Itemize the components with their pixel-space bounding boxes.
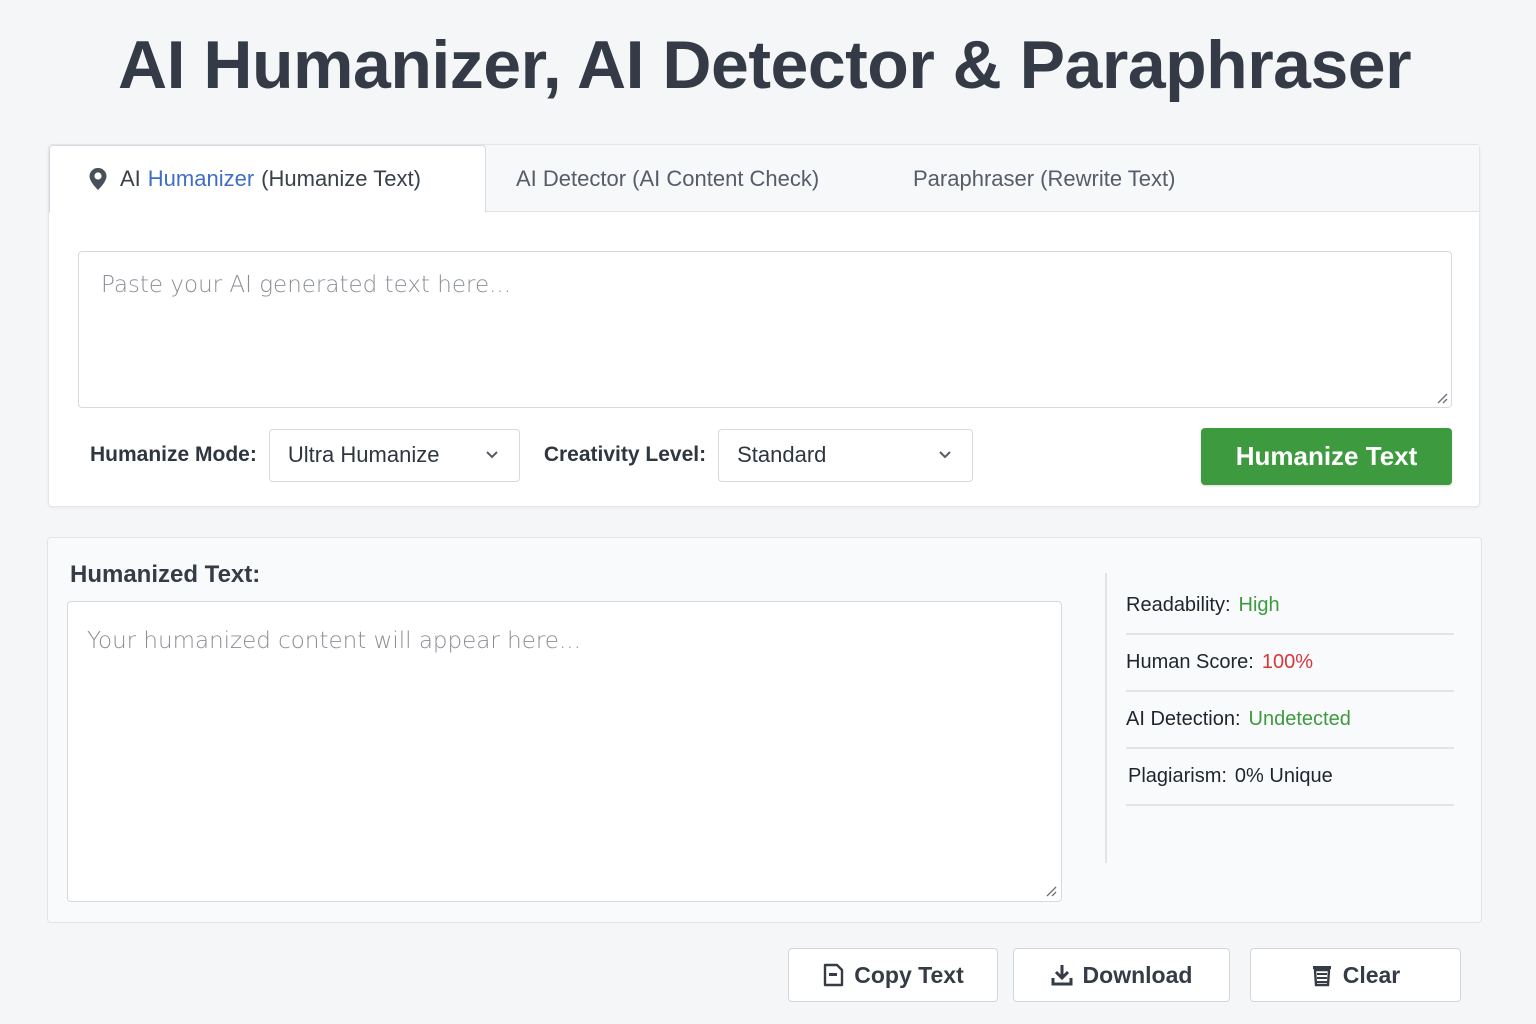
humanize-mode-label: Humanize Mode:: [90, 443, 257, 466]
output-placeholder: Your humanized content will appear here.…: [87, 628, 581, 654]
copy-text-label: Copy Text: [854, 961, 964, 988]
tab-humanizer-highlight: Humanizer: [147, 166, 255, 191]
output-card: Humanized Text: Your humanized content w…: [47, 537, 1482, 923]
chevron-down-icon: [939, 450, 951, 458]
humanized-text-output[interactable]: Your humanized content will appear here.…: [67, 601, 1062, 902]
humanize-text-button[interactable]: Humanize Text: [1201, 428, 1452, 485]
humanize-mode-select[interactable]: Ultra Humanize: [268, 428, 520, 482]
output-title: Humanized Text:: [70, 561, 261, 588]
ai-text-input[interactable]: Paste your AI generated text here...: [78, 251, 1452, 408]
trash-icon: [1312, 966, 1331, 987]
stat-readability: Readability: High: [1126, 578, 1454, 635]
resize-grip-icon[interactable]: [1436, 392, 1448, 404]
stat-label: Human Score:: [1126, 651, 1254, 673]
creativity-level-select[interactable]: Standard: [718, 428, 974, 482]
page-title: AI Humanizer, AI Detector & Paraphraser: [118, 27, 1412, 103]
map-pin-icon: [88, 167, 108, 191]
download-icon: [1051, 965, 1073, 986]
stat-label: Plagiarism:: [1128, 765, 1227, 787]
tab-detector-label: AI Detector (AI Content Check): [516, 165, 820, 191]
copy-text-button[interactable]: Copy Text: [788, 948, 998, 1002]
stat-plagiarism: Plagiarism: 0% Unique: [1126, 749, 1454, 806]
stats-panel: Readability: High Human Score: 100% AI D…: [1126, 578, 1454, 806]
creativity-level-label: Creativity Level:: [543, 443, 707, 466]
clear-button[interactable]: Clear: [1250, 948, 1461, 1002]
tab-paraphraser-label: Paraphraser (Rewrite Text): [913, 165, 1176, 191]
vertical-divider: [1105, 573, 1107, 863]
stat-value: 100%: [1261, 651, 1313, 673]
controls-row: Humanize Mode: Ultra Humanize Creativity…: [90, 428, 974, 482]
tab-humanizer[interactable]: AI Humanizer (Humanize Text): [49, 145, 486, 213]
creativity-level-value: Standard: [737, 442, 827, 467]
tab-detector[interactable]: AI Detector (AI Content Check): [516, 145, 819, 212]
stat-human-score: Human Score: 100%: [1126, 635, 1454, 692]
clipboard-icon: [824, 963, 844, 987]
stat-value: Undetected: [1248, 708, 1351, 730]
stat-label: AI Detection:: [1126, 708, 1241, 730]
download-label: Download: [1082, 961, 1193, 988]
tab-humanizer-prefix: AI: [120, 166, 141, 191]
stat-value: High: [1238, 594, 1280, 616]
download-button[interactable]: Download: [1013, 948, 1230, 1002]
stat-label: Readability:: [1126, 594, 1231, 616]
stat-ai-detection: AI Detection: Undetected: [1126, 692, 1454, 749]
tab-paraphraser[interactable]: Paraphraser (Rewrite Text): [913, 145, 1175, 212]
chevron-down-icon: [486, 450, 498, 458]
tab-humanizer-suffix: (Humanize Text): [261, 166, 421, 191]
humanize-mode-value: Ultra Humanize: [287, 442, 440, 467]
input-placeholder: Paste your AI generated text here...: [101, 272, 512, 298]
tab-bar: AI Humanizer (Humanize Text) AI Detector…: [49, 145, 1479, 213]
tool-card: AI Humanizer (Humanize Text) AI Detector…: [48, 144, 1480, 507]
stat-value: 0% Unique: [1234, 765, 1333, 787]
resize-grip-icon[interactable]: [1045, 885, 1057, 897]
clear-label: Clear: [1342, 961, 1401, 988]
